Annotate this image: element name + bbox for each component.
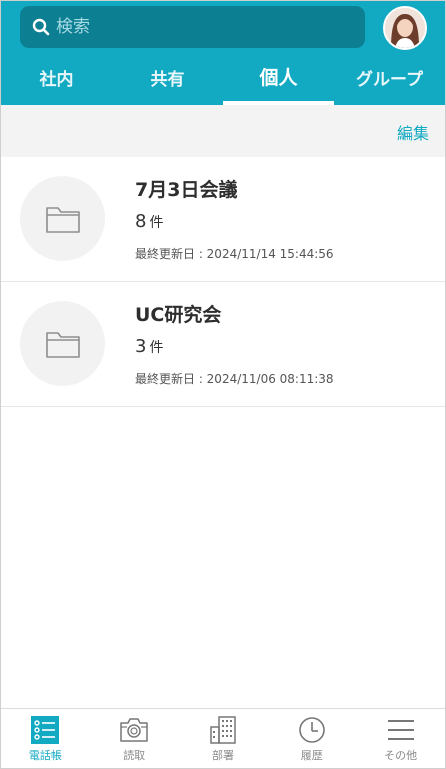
bottom-nav: 電話帳 読取 部署 履歴 その他 (1, 708, 445, 768)
menu-lines-icon (386, 715, 416, 745)
header: 社内 共有 個人 グループ (1, 1, 445, 105)
folder-count-unit: 件 (149, 340, 164, 356)
list-item[interactable]: 7月3日会議 8件 最終更新日 : 2024/11/14 15:44:56 (1, 157, 445, 282)
folder-updated: 最終更新日 : 2024/11/14 15:44:56 (135, 247, 334, 261)
category-tabs: 社内 共有 個人 グループ (1, 55, 445, 105)
app-frame: 社内 共有 個人 グループ 編集 7月3日会議 8件 最終更新日 : 2024/… (0, 0, 446, 769)
camera-icon (119, 715, 149, 745)
folder-count-number: 8 (135, 211, 147, 232)
folder-count: 8件 (135, 211, 163, 232)
folder-count: 3件 (135, 336, 163, 357)
avatar[interactable] (383, 6, 427, 50)
nav-label: その他 (384, 749, 418, 762)
folder-count-number: 3 (135, 336, 147, 357)
search-input[interactable] (56, 17, 336, 37)
nav-label: 部署 (211, 749, 234, 762)
folder-updated: 最終更新日 : 2024/11/06 08:11:38 (135, 372, 334, 386)
tab-shared[interactable]: 共有 (112, 55, 223, 105)
phonebook-list-icon (30, 715, 60, 745)
search-bar[interactable] (20, 6, 365, 48)
nav-label: 読取 (123, 749, 146, 762)
nav-label: 履歴 (300, 749, 323, 762)
nav-phonebook[interactable]: 電話帳 (1, 709, 90, 768)
tab-personal[interactable]: 個人 (223, 55, 334, 105)
nav-other[interactable]: その他 (356, 709, 445, 768)
folder-icon (20, 301, 105, 386)
toolbar: 編集 (1, 105, 445, 157)
search-icon (32, 18, 50, 36)
list-item[interactable]: UC研究会 3件 最終更新日 : 2024/11/06 08:11:38 (1, 282, 445, 407)
folder-title: UC研究会 (135, 304, 222, 326)
edit-button[interactable]: 編集 (397, 120, 429, 144)
folder-count-unit: 件 (149, 215, 164, 231)
nav-scan[interactable]: 読取 (90, 709, 179, 768)
nav-label: 電話帳 (28, 749, 62, 762)
clock-icon (297, 715, 327, 745)
tab-group[interactable]: グループ (334, 55, 445, 105)
folder-icon (20, 176, 105, 261)
building-icon (208, 715, 238, 745)
folder-title: 7月3日会議 (135, 179, 238, 201)
tab-internal[interactable]: 社内 (1, 55, 112, 105)
folder-list: 7月3日会議 8件 最終更新日 : 2024/11/14 15:44:56 UC… (1, 157, 445, 407)
nav-department[interactable]: 部署 (179, 709, 268, 768)
nav-history[interactable]: 履歴 (267, 709, 356, 768)
